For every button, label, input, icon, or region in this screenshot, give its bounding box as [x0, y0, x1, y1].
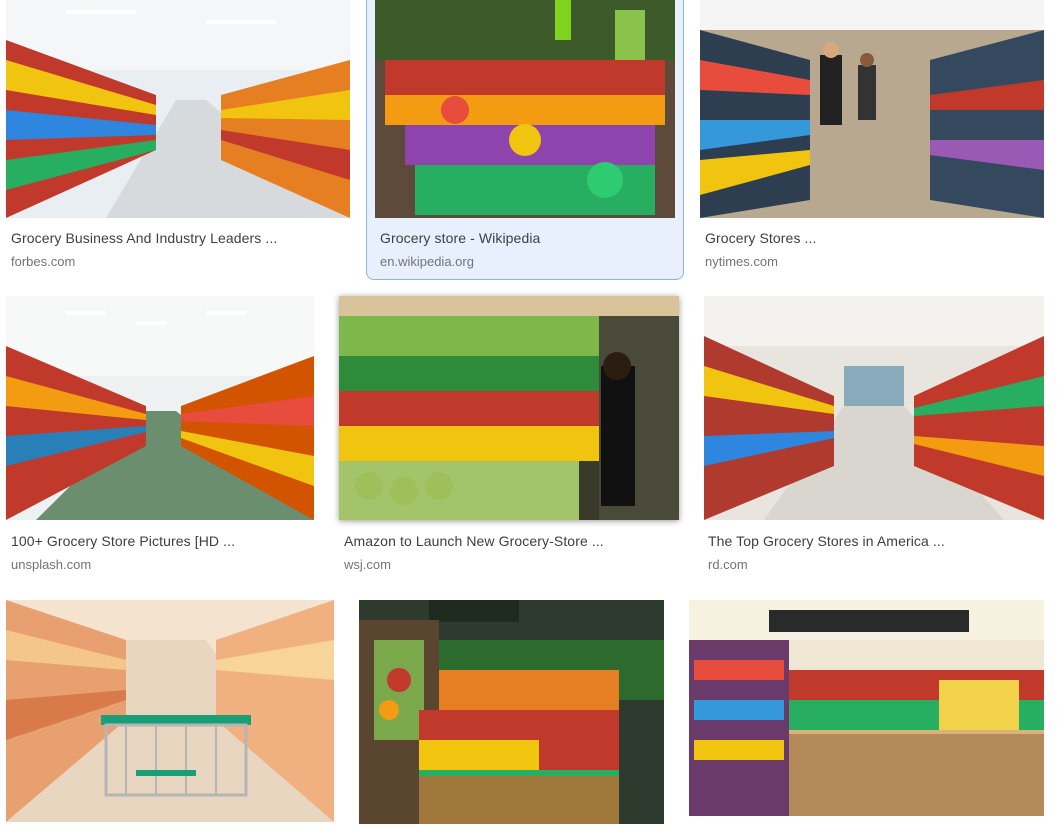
result-source[interactable]: en.wikipedia.org [380, 254, 474, 269]
image-results-grid: Grocery Business And Industry Leaders ..… [0, 0, 1062, 828]
result-thumbnail[interactable] [375, 0, 675, 218]
result-title[interactable]: Grocery Stores ... [705, 230, 817, 246]
image-result-card[interactable]: Grocery Stores ... nytimes.com [700, 0, 1044, 275]
image-result-card[interactable]: Grocery Business And Industry Leaders ..… [0, 0, 350, 275]
image-result-card[interactable]: Grocery store - Wikipedia en.wikipedia.o… [366, 0, 684, 280]
result-source[interactable]: rd.com [708, 557, 748, 572]
result-thumbnail[interactable] [689, 600, 1044, 816]
result-source[interactable]: unsplash.com [11, 557, 91, 572]
result-title[interactable]: 100+ Grocery Store Pictures [HD ... [11, 533, 235, 549]
image-result-card[interactable]: The Top Grocery Stores in America ... rd… [704, 296, 1044, 576]
result-title[interactable]: Amazon to Launch New Grocery-Store ... [344, 533, 604, 549]
result-title[interactable]: Grocery store - Wikipedia [380, 230, 540, 246]
result-thumbnail[interactable] [704, 296, 1044, 520]
result-thumbnail[interactable] [6, 0, 350, 218]
result-thumbnail[interactable] [700, 0, 1044, 218]
result-thumbnail[interactable] [339, 296, 679, 520]
result-title[interactable]: The Top Grocery Stores in America ... [708, 533, 945, 549]
image-result-card[interactable]: 100+ Grocery Store Pictures [HD ... unsp… [0, 296, 314, 576]
image-result-card[interactable] [0, 600, 334, 828]
result-source[interactable]: forbes.com [11, 254, 75, 269]
result-thumbnail[interactable] [6, 296, 314, 520]
image-result-card[interactable] [688, 600, 1044, 828]
result-title[interactable]: Grocery Business And Industry Leaders ..… [11, 230, 277, 246]
result-source[interactable]: nytimes.com [705, 254, 778, 269]
result-thumbnail[interactable] [6, 600, 334, 822]
result-thumbnail[interactable] [359, 600, 664, 824]
result-source[interactable]: wsj.com [344, 557, 391, 572]
image-result-card[interactable]: Amazon to Launch New Grocery-Store ... w… [338, 296, 680, 576]
image-result-card[interactable] [358, 600, 664, 828]
